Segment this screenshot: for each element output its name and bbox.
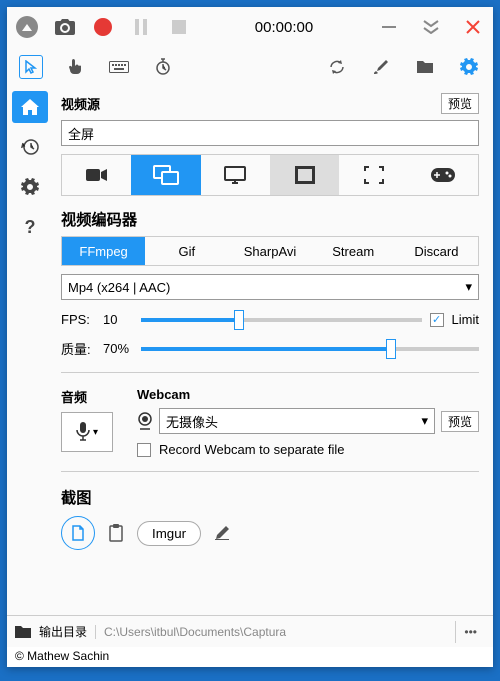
webcam-separate-checkbox[interactable] <box>137 443 151 457</box>
mic-icon <box>76 422 90 442</box>
cursor-tool[interactable] <box>19 55 43 79</box>
preview-button[interactable]: 预览 <box>441 93 479 114</box>
camera-icon[interactable] <box>53 15 77 39</box>
screenshot-imgur-button[interactable]: Imgur <box>137 521 201 546</box>
expand-button[interactable] <box>419 15 443 39</box>
sidebar-help[interactable]: ? <box>12 211 48 243</box>
minimize-button[interactable] <box>377 15 401 39</box>
encoder-tab-sharpavi[interactable]: SharpAvi <box>228 237 311 265</box>
source-game[interactable] <box>409 155 478 195</box>
chevron-down-icon: ▾ <box>93 427 98 438</box>
settings-icon[interactable] <box>457 55 481 79</box>
webcam-separate-label: Record Webcam to separate file <box>159 442 344 457</box>
stop-button <box>167 15 191 39</box>
source-select[interactable]: 全屏 <box>61 120 479 146</box>
keyboard-tool[interactable] <box>107 55 131 79</box>
timer-display: 00:00:00 <box>191 19 377 36</box>
fps-limit-label: Limit <box>452 312 479 327</box>
encoder-tab-gif[interactable]: Gif <box>145 237 228 265</box>
webcam-preview-button[interactable]: 预览 <box>441 411 479 432</box>
encoder-format-select[interactable]: Mp4 (x264 | AAC) ▾ <box>61 274 479 300</box>
encoder-tab-ffmpeg[interactable]: FFmpeg <box>62 237 145 265</box>
fps-slider[interactable] <box>141 318 422 322</box>
screenshot-heading: 截图 <box>61 486 479 508</box>
webcam-heading: Webcam <box>137 387 479 402</box>
source-selected: 全屏 <box>68 124 94 143</box>
fps-value: 10 <box>103 312 133 327</box>
source-heading: 视频源 <box>61 94 100 113</box>
screenshot-file-button[interactable] <box>61 516 95 550</box>
folder-icon[interactable] <box>413 55 437 79</box>
source-camera[interactable] <box>62 155 131 195</box>
folder-icon[interactable] <box>15 626 31 638</box>
fps-limit-checkbox[interactable]: ✓ <box>430 313 444 327</box>
copyright: © Mathew Sachin <box>7 647 493 667</box>
quality-value: 70% <box>103 341 133 356</box>
audio-mic-button[interactable]: ▾ <box>61 412 113 452</box>
sidebar-settings[interactable] <box>12 171 48 203</box>
more-button[interactable]: ••• <box>455 621 485 643</box>
webcam-selected: 无摄像头 <box>166 412 218 431</box>
brush-icon[interactable] <box>369 55 393 79</box>
chevron-down-icon: ▾ <box>421 413 428 429</box>
webcam-icon <box>137 412 153 430</box>
record-button[interactable] <box>91 15 115 39</box>
output-path[interactable]: C:\Users\itbul\Documents\Captura <box>95 625 447 639</box>
timer-tool[interactable] <box>151 55 175 79</box>
sidebar-home[interactable] <box>12 91 48 123</box>
webcam-select[interactable]: 无摄像头 ▾ <box>159 408 435 434</box>
encoder-selected: Mp4 (x264 | AAC) <box>68 280 170 295</box>
source-window[interactable] <box>270 155 339 195</box>
source-screens[interactable] <box>131 155 200 195</box>
click-tool[interactable] <box>63 55 87 79</box>
source-monitor[interactable] <box>201 155 270 195</box>
refresh-icon[interactable] <box>325 55 349 79</box>
fps-label: FPS: <box>61 312 95 327</box>
encoder-tab-stream[interactable]: Stream <box>312 237 395 265</box>
source-region[interactable] <box>339 155 408 195</box>
quality-label: 质量: <box>61 339 95 358</box>
audio-heading: 音频 <box>61 387 121 406</box>
screenshot-edit-button[interactable] <box>215 526 229 540</box>
quality-slider[interactable] <box>141 347 479 351</box>
close-button[interactable] <box>461 15 485 39</box>
chevron-down-icon: ▾ <box>465 279 472 295</box>
encoder-heading: 视频编码器 <box>61 208 479 230</box>
output-label: 输出目录 <box>39 623 87 640</box>
screenshot-clipboard-button[interactable] <box>109 524 123 542</box>
sidebar-recent[interactable] <box>12 131 48 163</box>
pause-button <box>129 15 153 39</box>
collapse-button[interactable] <box>15 15 39 39</box>
encoder-tab-discard[interactable]: Discard <box>395 237 478 265</box>
